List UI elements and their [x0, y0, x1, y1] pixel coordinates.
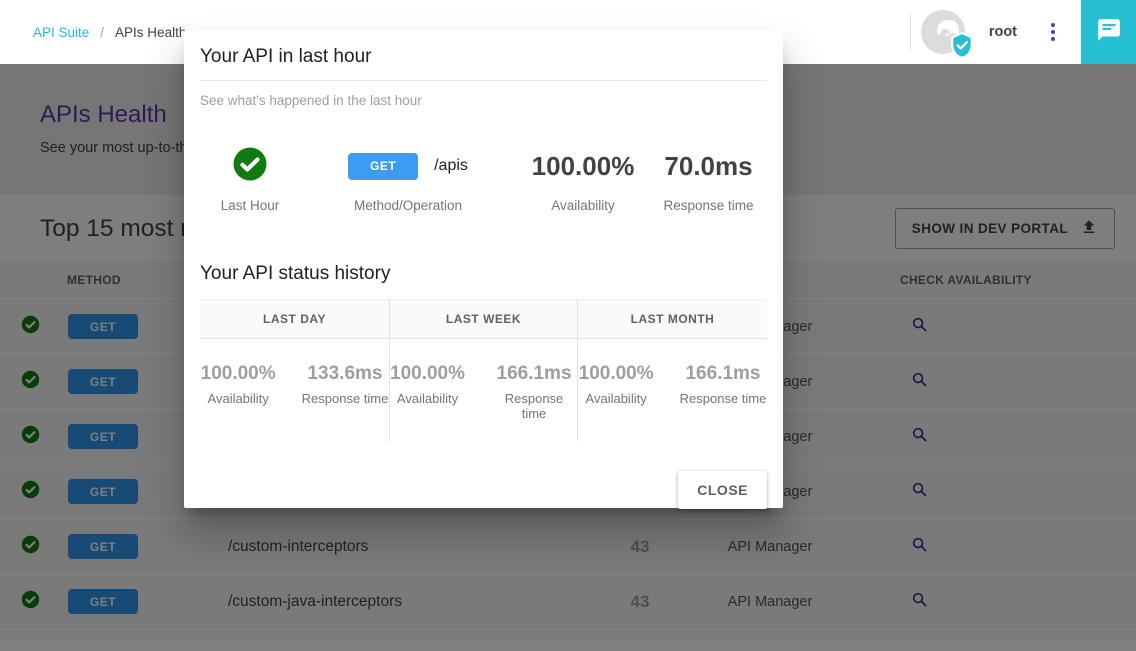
stat-label: Response time — [650, 198, 767, 213]
stat-response-time: 70.0ms Response time — [650, 146, 767, 213]
chat-button[interactable] — [1081, 0, 1136, 64]
history-column-header: LAST WEEK — [390, 299, 577, 339]
history-response-time: 166.1ms Response time — [680, 363, 767, 406]
operation-path: /apis — [434, 157, 468, 175]
stat-label: Last Hour — [200, 198, 300, 213]
topbar-divider — [910, 14, 911, 50]
stat-label: Method/Operation — [300, 198, 516, 213]
stat-last-hour: Last Hour — [200, 146, 300, 213]
stat-availability: 100.00% Availability — [516, 146, 650, 213]
check-circle-icon — [232, 146, 268, 187]
history-column-header: LAST MONTH — [578, 299, 767, 339]
history-response-time: 133.6ms Response time — [302, 363, 389, 406]
dialog-subtitle: See what's happened in the last hour — [200, 93, 767, 108]
response-time-value: 70.0ms — [664, 151, 752, 182]
availability-value: 100.00% — [532, 151, 635, 182]
api-last-hour-dialog: Your API in last hour See what's happene… — [184, 30, 783, 508]
history-column-last-day: LAST DAY 100.00% Availability 133.6ms Re… — [200, 299, 389, 441]
last-hour-stats: Last Hour GET /apis Method/Operation 100… — [200, 146, 767, 213]
chat-icon — [1096, 17, 1122, 48]
more-options-icon[interactable] — [1045, 17, 1061, 47]
stat-method-operation: GET /apis Method/Operation — [300, 146, 516, 213]
history-response-time: 166.1ms Response time — [491, 363, 577, 421]
history-column-header: LAST DAY — [200, 299, 389, 339]
user-name: root — [989, 24, 1017, 40]
verified-shield-icon — [949, 32, 975, 60]
status-history-title: Your API status history — [200, 263, 767, 285]
breadcrumb-link-api-suite[interactable]: API Suite — [33, 25, 89, 40]
breadcrumb: API Suite / APIs Health — [33, 25, 186, 40]
breadcrumb-separator: / — [100, 25, 104, 40]
dialog-title: Your API in last hour — [200, 30, 767, 81]
history-column-last-week: LAST WEEK 100.00% Availability 166.1ms R… — [389, 299, 578, 441]
history-availability: 100.00% Availability — [201, 363, 276, 406]
status-history-table: LAST DAY 100.00% Availability 133.6ms Re… — [200, 299, 767, 441]
close-button[interactable]: CLOSE — [678, 471, 767, 509]
topbar-user-area: root — [910, 0, 1061, 64]
breadcrumb-current: APIs Health — [115, 25, 186, 40]
stat-label: Availability — [516, 198, 650, 213]
history-column-last-month: LAST MONTH 100.00% Availability 166.1ms … — [578, 299, 767, 441]
method-badge: GET — [348, 153, 418, 180]
history-availability: 100.00% Availability — [390, 363, 465, 421]
avatar[interactable] — [921, 10, 965, 54]
history-availability: 100.00% Availability — [579, 363, 654, 406]
